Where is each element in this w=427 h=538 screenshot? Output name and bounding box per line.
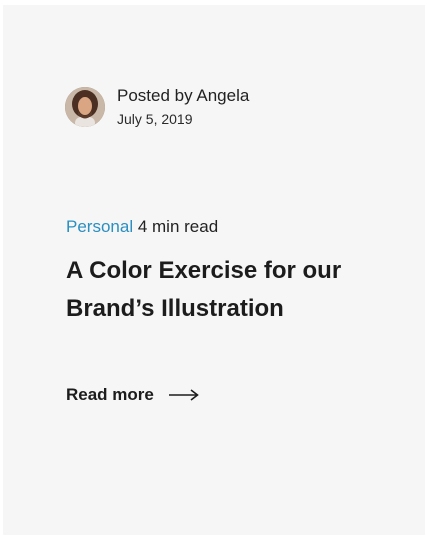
post-date: July 5, 2019 xyxy=(117,111,193,127)
post-meta: Personal 4 min read xyxy=(66,216,218,238)
author-text: Posted by Angela July 5, 2019 xyxy=(117,85,249,129)
posted-by-label: Posted by Angela xyxy=(117,86,250,105)
post-author: Posted by Angela July 5, 2019 xyxy=(65,85,249,129)
read-time: 4 min read xyxy=(137,217,219,236)
arrow-right-icon xyxy=(168,388,200,402)
blog-post-card: Posted by Angela July 5, 2019 Personal 4… xyxy=(3,5,425,535)
read-more-link[interactable]: Read more xyxy=(66,385,200,405)
category-link[interactable]: Personal xyxy=(66,217,133,236)
read-more-label: Read more xyxy=(66,385,154,404)
author-avatar xyxy=(65,87,105,127)
post-title[interactable]: A Color Exercise for our Brand’s Illustr… xyxy=(66,252,396,328)
